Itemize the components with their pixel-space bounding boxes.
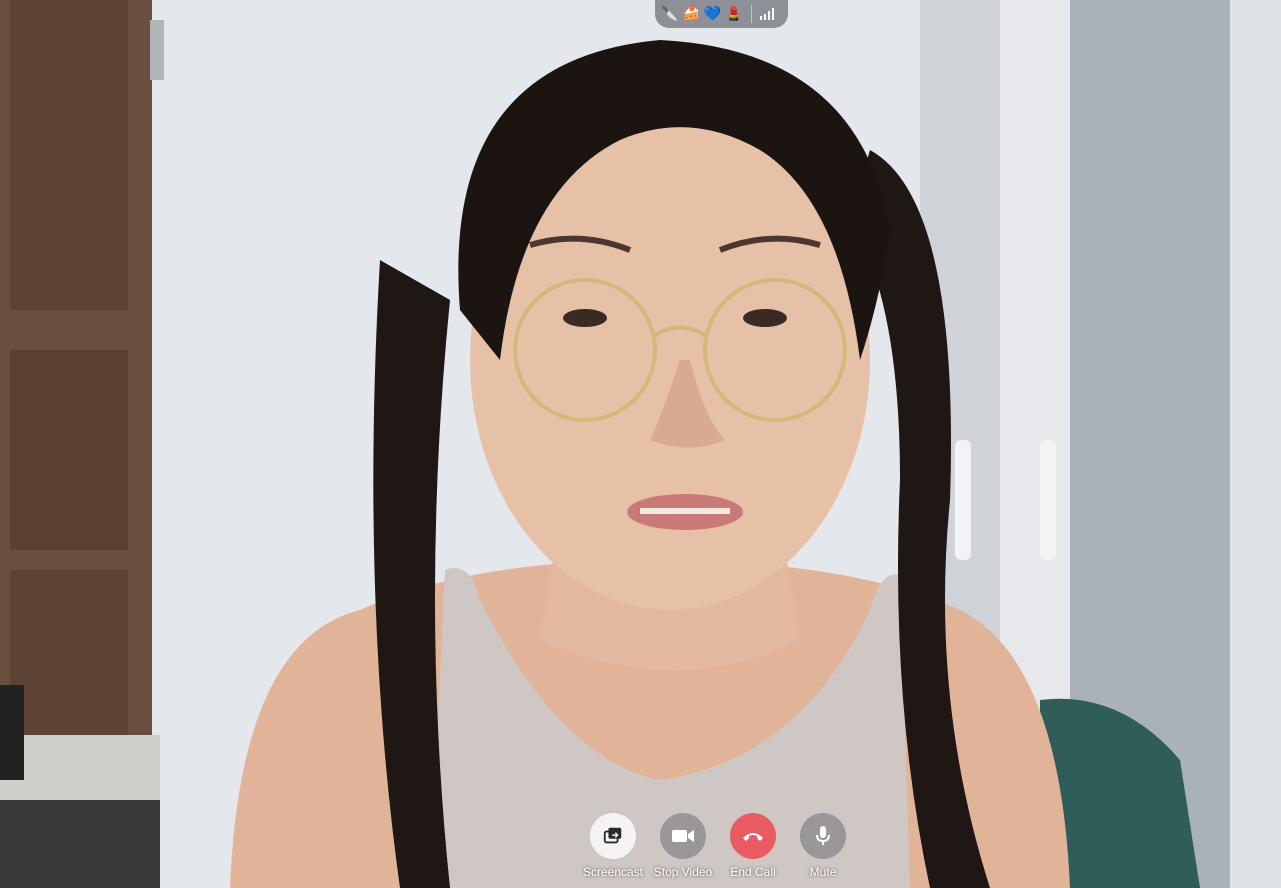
mute-button[interactable]: Mute	[788, 813, 858, 888]
end-call-button[interactable]: End Call	[718, 813, 788, 888]
signal-strength-icon	[759, 8, 774, 20]
screencast-icon[interactable]	[590, 813, 636, 859]
encryption-emoji: 💙	[703, 6, 722, 22]
stop-video-label: Stop Video	[653, 865, 713, 879]
badge-divider	[750, 5, 752, 23]
stop-video-button[interactable]: Stop Video	[648, 813, 718, 888]
microphone-icon[interactable]	[800, 813, 846, 859]
call-controls-bar: Screencast Stop Video End Call Mute	[578, 813, 858, 888]
encryption-emoji: 🔪	[661, 6, 679, 22]
end-call-label: End Call	[730, 865, 776, 879]
screencast-label: Screencast	[582, 865, 644, 879]
encryption-key-emojis: 🔪 🍰 💙 💄	[655, 0, 743, 28]
mute-label: Mute	[809, 865, 837, 879]
call-status-badge[interactable]: 🔪 🍰 💙 💄	[655, 0, 788, 28]
video-call-window: 🔪 🍰 💙 💄 Screencast Stop Video End Call M…	[0, 0, 1281, 888]
encryption-emoji: 💄	[725, 6, 743, 22]
video-camera-icon[interactable]	[660, 813, 706, 859]
screencast-button[interactable]: Screencast	[578, 813, 648, 888]
phone-hangup-icon[interactable]	[730, 813, 776, 859]
encryption-emoji: 🍰	[682, 6, 700, 22]
remote-video-feed	[0, 0, 1281, 888]
